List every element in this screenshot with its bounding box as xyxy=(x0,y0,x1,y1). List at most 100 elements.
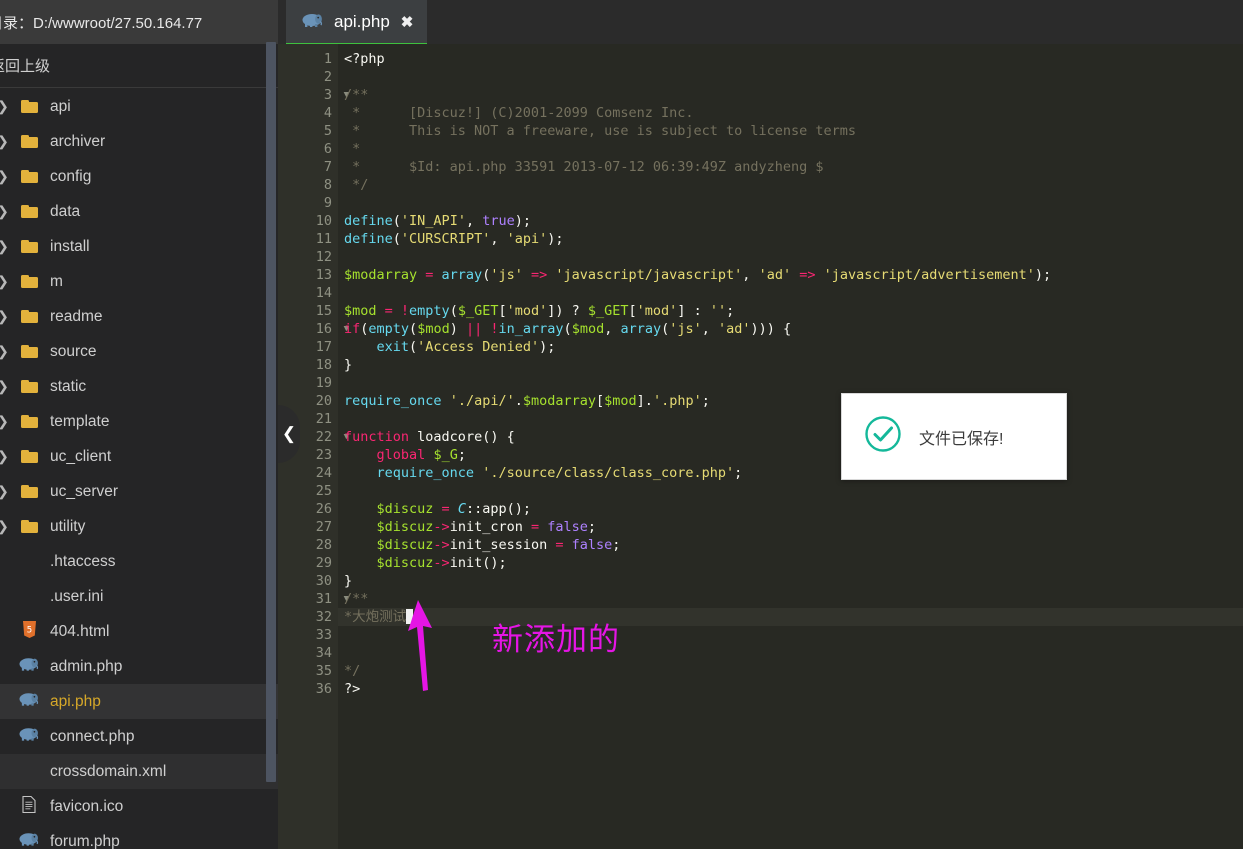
code-line[interactable]: exit('Access Denied'); xyxy=(338,338,1243,356)
file-type-icon xyxy=(14,100,44,113)
file-list-item[interactable]: ❯ api xyxy=(0,89,278,124)
code-line[interactable]: require_once './api/'.$modarray[$mod].'.… xyxy=(338,392,1243,410)
code-line[interactable]: $modarray = array('js' => 'javascript/ja… xyxy=(338,266,1243,284)
code-line[interactable]: $discuz->init_session = false; xyxy=(338,536,1243,554)
code-content[interactable]: <?php /** * [Discuz!] (C)2001-2099 Comse… xyxy=(338,44,1243,849)
code-line[interactable] xyxy=(338,626,1243,644)
folder-icon xyxy=(20,450,38,463)
editor-tab-api-php[interactable]: api.php ✖ xyxy=(286,0,428,46)
chevron-right-icon[interactable]: ❯ xyxy=(0,273,14,290)
file-list-item[interactable]: ❯forum.php xyxy=(0,824,278,849)
file-list-item[interactable]: ❯5404.html xyxy=(0,614,278,649)
code-line[interactable]: * This is NOT a freeware, use is subject… xyxy=(338,122,1243,140)
code-line[interactable]: if(empty($mod) || !in_array($mod, array(… xyxy=(338,320,1243,338)
chevron-right-icon[interactable]: ❯ xyxy=(0,168,14,185)
code-line[interactable]: require_once './source/class/class_core.… xyxy=(338,464,1243,482)
code-line[interactable]: $mod = !empty($_GET['mod']) ? $_GET['mod… xyxy=(338,302,1243,320)
code-line[interactable] xyxy=(338,194,1243,212)
chevron-right-icon[interactable]: ❯ xyxy=(0,343,14,360)
file-name-label: 404.html xyxy=(50,622,110,640)
file-list-item[interactable]: ❯ data xyxy=(0,194,278,229)
file-name-label: .user.ini xyxy=(50,587,104,605)
code-line[interactable] xyxy=(338,410,1243,428)
file-list-item[interactable]: ❯ readme xyxy=(0,299,278,334)
code-line[interactable]: $discuz = C::app(); xyxy=(338,500,1243,518)
file-type-icon xyxy=(14,520,44,533)
code-line[interactable]: */ xyxy=(338,662,1243,680)
file-name-label: m xyxy=(50,272,63,290)
chevron-right-icon[interactable]: ❯ xyxy=(0,448,14,465)
file-list-item[interactable]: ❯m xyxy=(0,264,278,299)
go-up-row[interactable]: 返回上级 xyxy=(0,44,278,88)
code-line[interactable]: define('IN_API', true); xyxy=(338,212,1243,230)
file-list-item[interactable]: ❯ uc_server xyxy=(0,474,278,509)
file-list-item[interactable]: ❯ utility xyxy=(0,509,278,544)
file-list-item[interactable]: ❯admin.php xyxy=(0,649,278,684)
code-line[interactable]: /** xyxy=(338,590,1243,608)
code-line[interactable]: */ xyxy=(338,176,1243,194)
folder-icon xyxy=(20,170,38,183)
file-list-item[interactable]: ❯ uc_client xyxy=(0,439,278,474)
file-list-item[interactable]: ❯ template xyxy=(0,404,278,439)
file-type-icon xyxy=(14,657,44,676)
sidebar-scrollbar-track[interactable] xyxy=(266,0,277,849)
code-line[interactable]: <?php xyxy=(338,50,1243,68)
file-list-item[interactable]: ❯connect.php xyxy=(0,719,278,754)
chevron-right-icon[interactable]: ❯ xyxy=(0,413,14,430)
line-number: 2 xyxy=(323,69,332,85)
chevron-right-icon[interactable]: ❯ xyxy=(0,518,14,535)
file-name-label: api.php xyxy=(50,692,101,710)
close-icon[interactable]: ✖ xyxy=(401,13,414,31)
file-name-label: source xyxy=(50,342,97,360)
line-number: 6 xyxy=(323,141,332,157)
folder-icon xyxy=(20,485,38,498)
line-number: 13 xyxy=(315,267,332,283)
file-list-item[interactable]: ❯crossdomain.xml xyxy=(0,754,278,789)
file-list-item[interactable]: ❯api.php xyxy=(0,684,278,719)
code-line[interactable] xyxy=(338,374,1243,392)
code-line[interactable] xyxy=(338,482,1243,500)
code-line[interactable]: * xyxy=(338,140,1243,158)
chevron-right-icon[interactable]: ❯ xyxy=(0,203,14,220)
line-number: 28 xyxy=(315,537,332,553)
file-list[interactable]: ❯api❯archiver❯config❯data❯install❯m❯read… xyxy=(0,89,278,849)
check-circle-icon xyxy=(863,414,903,459)
code-line[interactable] xyxy=(338,644,1243,662)
chevron-right-icon[interactable]: ❯ xyxy=(0,133,14,150)
line-number: 11 xyxy=(315,231,332,247)
code-line[interactable]: * $Id: api.php 33591 2013-07-12 06:39:49… xyxy=(338,158,1243,176)
sidebar-scrollbar-thumb[interactable] xyxy=(266,42,276,782)
code-line[interactable] xyxy=(338,248,1243,266)
folder-icon xyxy=(20,380,38,393)
code-line[interactable]: *大炮测试 xyxy=(338,608,1243,626)
code-line[interactable] xyxy=(338,284,1243,302)
file-type-icon xyxy=(14,832,44,849)
code-line[interactable]: * [Discuz!] (C)2001-2099 Comsenz Inc. xyxy=(338,104,1243,122)
chevron-right-icon[interactable]: ❯ xyxy=(0,98,14,115)
file-list-item[interactable]: ❯ config xyxy=(0,159,278,194)
file-list-item[interactable]: ❯ archiver xyxy=(0,124,278,159)
line-number: 14 xyxy=(315,285,332,301)
code-line[interactable]: global $_G; xyxy=(338,446,1243,464)
code-editor[interactable]: 1 2 3 ▼ 4 5 6 7 8 9 10 11 12 13 14 15 16 ▼ 17 18 19 20 21 22 ▼ 23… xyxy=(278,44,1243,849)
code-line[interactable]: } xyxy=(338,572,1243,590)
file-list-item[interactable]: ❯ install xyxy=(0,229,278,264)
file-list-item[interactable]: ❯favicon.ico xyxy=(0,789,278,824)
code-line[interactable] xyxy=(338,68,1243,86)
code-line[interactable]: define('CURSCRIPT', 'api'); xyxy=(338,230,1243,248)
line-number: 30 xyxy=(315,573,332,589)
chevron-right-icon[interactable]: ❯ xyxy=(0,483,14,500)
chevron-right-icon[interactable]: ❯ xyxy=(0,238,14,255)
code-line[interactable]: function loadcore() { xyxy=(338,428,1243,446)
file-list-item[interactable]: ❯ static xyxy=(0,369,278,404)
code-line[interactable]: $discuz->init_cron = false; xyxy=(338,518,1243,536)
chevron-right-icon[interactable]: ❯ xyxy=(0,308,14,325)
code-line[interactable]: } xyxy=(338,356,1243,374)
file-list-item[interactable]: ❯.user.ini xyxy=(0,579,278,614)
chevron-right-icon[interactable]: ❯ xyxy=(0,378,14,395)
code-line[interactable]: ?> xyxy=(338,680,1243,698)
code-line[interactable]: /** xyxy=(338,86,1243,104)
file-list-item[interactable]: ❯ source xyxy=(0,334,278,369)
code-line[interactable]: $discuz->init(); xyxy=(338,554,1243,572)
file-list-item[interactable]: ❯.htaccess xyxy=(0,544,278,579)
